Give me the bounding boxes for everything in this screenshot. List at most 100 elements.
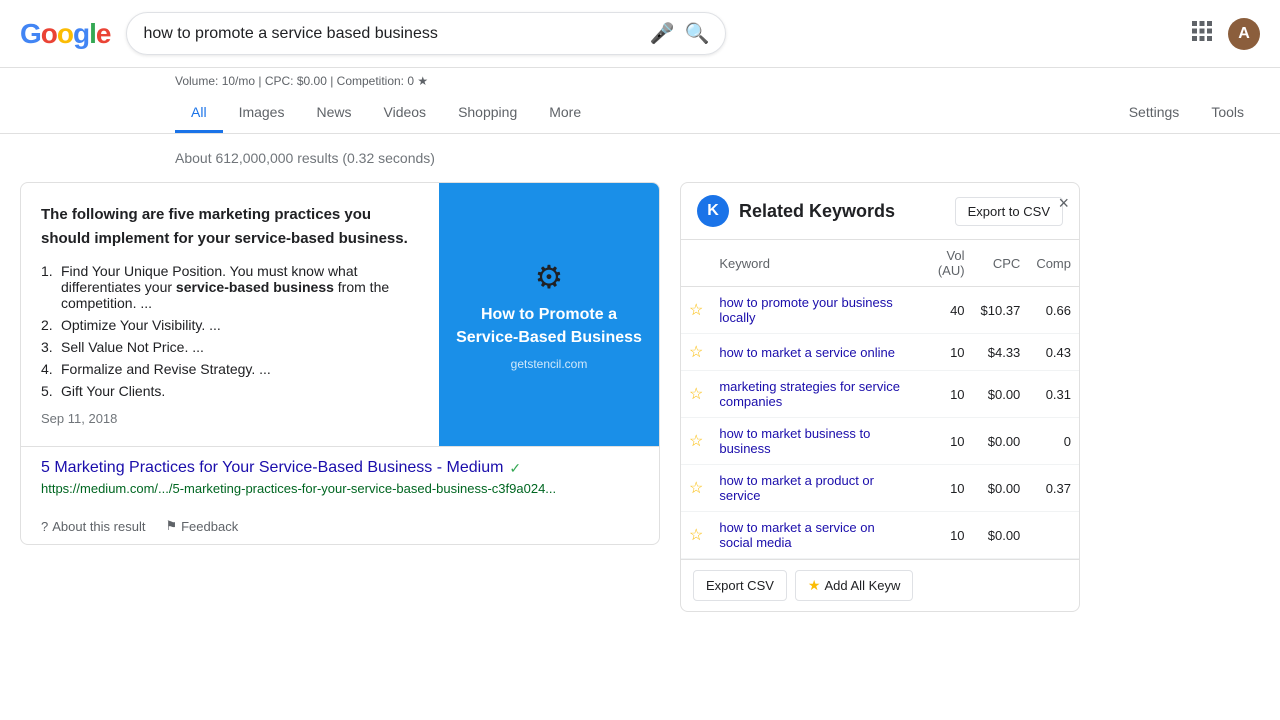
search-bar: 🎤 🔍 <box>126 12 726 55</box>
keyword-link[interactable]: how to promote your business locally <box>719 295 892 325</box>
main-content: The following are five marketing practic… <box>0 182 1280 612</box>
cpc-cell: $0.00 <box>973 371 1029 418</box>
panel-title-area: K Related Keywords <box>697 195 895 227</box>
comp-cell: 0.43 <box>1028 334 1079 371</box>
vol-col-header: Vol (AU) <box>915 240 972 287</box>
comp-cell: 0 <box>1028 418 1079 465</box>
list-item: Gift Your Clients. <box>41 383 419 399</box>
cpc-cell: $10.37 <box>973 287 1029 334</box>
header-right: A <box>1192 18 1260 50</box>
keyword-link[interactable]: how to market a service online <box>719 345 895 360</box>
keywords-body: ☆ how to promote your business locally 4… <box>681 287 1079 559</box>
cpc-col-header: CPC <box>973 240 1029 287</box>
keyword-link[interactable]: how to market a service on social media <box>719 520 874 550</box>
export-csv-footer-button[interactable]: Export CSV <box>693 570 787 601</box>
verified-icon: ✓ <box>509 460 521 477</box>
keyword-col-header: Keyword <box>711 240 915 287</box>
result-card-inner: The following are five marketing practic… <box>21 183 659 446</box>
table-row: ☆ how to promote your business locally 4… <box>681 287 1079 334</box>
tab-tools[interactable]: Tools <box>1195 94 1260 133</box>
vol-cell: 10 <box>915 512 972 559</box>
vol-cell: 40 <box>915 287 972 334</box>
tab-all[interactable]: All <box>175 94 223 133</box>
tab-videos[interactable]: Videos <box>368 94 443 133</box>
list-item: Optimize Your Visibility. ... <box>41 317 419 333</box>
star-cell[interactable]: ☆ <box>681 465 711 512</box>
export-csv-button[interactable]: Export to CSV <box>955 197 1063 226</box>
table-row: ☆ how to market a service online 10 $4.3… <box>681 334 1079 371</box>
feedback-button[interactable]: ⚑ Feedback <box>165 518 238 534</box>
result-link[interactable]: 5 Marketing Practices for Your Service-B… <box>41 459 639 477</box>
panel-title: Related Keywords <box>739 201 895 222</box>
tab-settings[interactable]: Settings <box>1113 94 1196 133</box>
panel-header: K Related Keywords Export to CSV × <box>681 183 1079 240</box>
result-intro: The following are five marketing practic… <box>41 203 419 251</box>
close-panel-button[interactable]: × <box>1058 193 1069 214</box>
apps-icon[interactable] <box>1192 21 1212 47</box>
star-icon: ★ <box>808 577 821 594</box>
result-image-domain: getstencil.com <box>511 357 588 371</box>
table-row: ☆ how to market a product or service 10 … <box>681 465 1079 512</box>
star-cell[interactable]: ☆ <box>681 287 711 334</box>
star-icon[interactable]: ☆ <box>689 344 703 361</box>
star-cell[interactable]: ☆ <box>681 371 711 418</box>
result-image-title: How to Promote a Service-Based Business <box>455 304 643 349</box>
feedback-label: Feedback <box>181 519 238 534</box>
result-image: ⚙ How to Promote a Service-Based Busines… <box>439 183 659 446</box>
keyword-link[interactable]: how to market business to business <box>719 426 870 456</box>
star-icon[interactable]: ☆ <box>689 433 703 450</box>
star-cell[interactable]: ☆ <box>681 512 711 559</box>
list-item: Find Your Unique Position. You must know… <box>41 263 419 311</box>
keyword-cell: how to market a service online <box>711 334 915 371</box>
left-content: The following are five marketing practic… <box>20 182 660 612</box>
tab-images[interactable]: Images <box>223 94 301 133</box>
tab-shopping[interactable]: Shopping <box>442 94 533 133</box>
star-icon[interactable]: ☆ <box>689 386 703 403</box>
vol-cell: 10 <box>915 465 972 512</box>
header: Google 🎤 🔍 A <box>0 0 1280 68</box>
keyword-cell: how to market a service on social media <box>711 512 915 559</box>
avatar[interactable]: A <box>1228 18 1260 50</box>
table-header-row: Keyword Vol (AU) CPC Comp <box>681 240 1079 287</box>
cpc-cell: $0.00 <box>973 512 1029 559</box>
add-all-label: Add All Keyw <box>824 578 900 593</box>
result-card: The following are five marketing practic… <box>20 182 660 545</box>
star-icon[interactable]: ☆ <box>689 480 703 497</box>
keyword-cell: how to market business to business <box>711 418 915 465</box>
list-item: Sell Value Not Price. ... <box>41 339 419 355</box>
search-button[interactable]: 🔍 <box>685 21 710 46</box>
star-icon[interactable]: ☆ <box>689 527 703 544</box>
panel-footer: Export CSV ★ Add All Keyw <box>681 559 1079 611</box>
result-list: Find Your Unique Position. You must know… <box>41 263 419 399</box>
vol-cell: 10 <box>915 334 972 371</box>
keyword-link[interactable]: marketing strategies for service compani… <box>719 379 900 409</box>
tab-news[interactable]: News <box>300 94 367 133</box>
about-result-label: About this result <box>52 519 145 534</box>
comp-col-header: Comp <box>1028 240 1079 287</box>
google-logo[interactable]: Google <box>20 18 110 50</box>
keywords-table: Keyword Vol (AU) CPC Comp ☆ how to promo… <box>681 240 1079 559</box>
question-icon: ? <box>41 519 48 534</box>
nav-tabs: All Images News Videos Shopping More Set… <box>0 88 1280 134</box>
results-info: About 612,000,000 results (0.32 seconds) <box>0 134 1280 182</box>
cpc-cell: $0.00 <box>973 418 1029 465</box>
table-row: ☆ how to market business to business 10 … <box>681 418 1079 465</box>
keyword-cell: how to market a product or service <box>711 465 915 512</box>
tab-more[interactable]: More <box>533 94 597 133</box>
vol-cell: 10 <box>915 371 972 418</box>
comp-cell <box>1028 512 1079 559</box>
star-icon[interactable]: ☆ <box>689 302 703 319</box>
result-text: The following are five marketing practic… <box>21 183 439 446</box>
about-result[interactable]: ? About this result <box>41 519 145 534</box>
flag-icon: ⚑ <box>165 518 177 534</box>
search-input[interactable] <box>143 25 639 43</box>
keyword-link[interactable]: how to market a product or service <box>719 473 874 503</box>
result-date: Sep 11, 2018 <box>41 411 419 426</box>
star-cell[interactable]: ☆ <box>681 334 711 371</box>
result-link-text: 5 Marketing Practices for Your Service-B… <box>41 459 503 477</box>
mic-icon[interactable]: 🎤 <box>650 21 675 46</box>
add-all-keywords-button[interactable]: ★ Add All Keyw <box>795 570 913 601</box>
comp-cell: 0.66 <box>1028 287 1079 334</box>
star-cell[interactable]: ☆ <box>681 418 711 465</box>
vol-cell: 10 <box>915 418 972 465</box>
